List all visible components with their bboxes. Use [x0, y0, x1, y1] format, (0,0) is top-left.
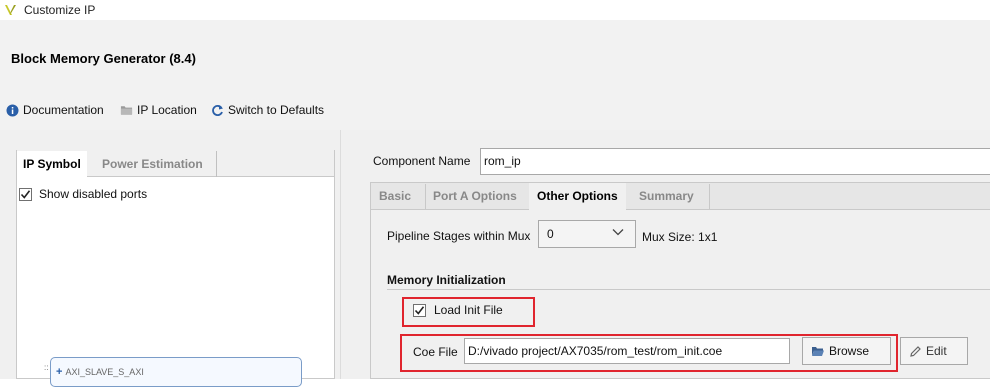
checkmark-icon [20, 189, 31, 199]
documentation-button[interactable]: Documentation [6, 102, 104, 118]
ip-location-button[interactable]: IP Location [120, 102, 197, 118]
load-init-file-checkbox[interactable] [413, 303, 426, 317]
vivado-logo-icon [5, 5, 16, 15]
symbol-handle-dots: :: [44, 363, 49, 372]
component-name-label: Component Name [373, 154, 471, 168]
memory-initialization-title: Memory Initialization [387, 273, 506, 287]
show-disabled-ports-label: Show disabled ports [39, 187, 148, 201]
load-init-file-label: Load Init File [434, 303, 503, 317]
open-folder-icon [812, 347, 824, 356]
mux-size-label: Mux Size: 1x1 [642, 230, 718, 244]
switch-to-defaults-button[interactable]: Switch to Defaults [211, 102, 324, 118]
tab-divider [709, 184, 710, 209]
tab-power-estimation-label: Power Estimation [102, 157, 203, 171]
tab-basic-label: Basic [379, 189, 412, 203]
edit-label: Edit [926, 344, 947, 358]
pencil-icon [910, 345, 921, 357]
coe-file-label: Coe File [413, 345, 458, 359]
browse-label: Browse [829, 344, 870, 358]
edit-button[interactable]: Edit [900, 337, 968, 365]
show-disabled-ports-checkbox[interactable] [19, 187, 32, 201]
refresh-icon [211, 104, 224, 117]
section-divider [387, 289, 990, 290]
chevron-down-icon [612, 229, 624, 236]
tab-port-a-options-label: Port A Options [433, 189, 517, 203]
tab-other-options-label: Other Options [537, 189, 618, 203]
coe-file-input[interactable]: D:/vivado project/AX7035/rom_test/rom_in… [464, 338, 790, 364]
checkmark-icon [414, 305, 425, 315]
documentation-label: Documentation [23, 103, 104, 117]
tab-ip-symbol-label: IP Symbol [23, 157, 81, 171]
tab-basic[interactable]: Basic [371, 183, 419, 210]
pipeline-stages-label: Pipeline Stages within Mux [387, 229, 531, 243]
page-title: Block Memory Generator (8.4) [11, 51, 196, 66]
window-title: Customize IP [24, 3, 96, 17]
axi-port-row[interactable]: + AXI_SLAVE_S_AXI [56, 366, 144, 378]
tab-summary[interactable]: Summary [631, 183, 702, 210]
tab-port-a-options[interactable]: Port A Options [425, 183, 525, 210]
pipeline-stages-value: 0 [547, 227, 554, 241]
show-disabled-ports-row: Show disabled ports [19, 187, 147, 201]
folder-icon [120, 104, 133, 117]
browse-button[interactable]: Browse [802, 337, 891, 365]
info-icon [6, 104, 19, 117]
tab-other-options[interactable]: Other Options [529, 183, 626, 211]
expand-plus-icon[interactable]: + [56, 366, 62, 378]
axi-port-label: AXI_SLAVE_S_AXI [65, 367, 144, 377]
ip-location-label: IP Location [137, 103, 197, 117]
tab-summary-label: Summary [639, 189, 694, 203]
switch-to-defaults-label: Switch to Defaults [228, 103, 325, 117]
component-name-input[interactable]: rom_ip [480, 148, 990, 175]
ip-symbol-panel [16, 150, 335, 379]
load-init-file-row: Load Init File [413, 303, 503, 317]
tab-power-estimation[interactable]: Power Estimation [96, 151, 209, 177]
tab-ip-symbol[interactable]: IP Symbol [17, 151, 87, 177]
tab-divider [216, 151, 217, 177]
title-bar [0, 0, 990, 20]
